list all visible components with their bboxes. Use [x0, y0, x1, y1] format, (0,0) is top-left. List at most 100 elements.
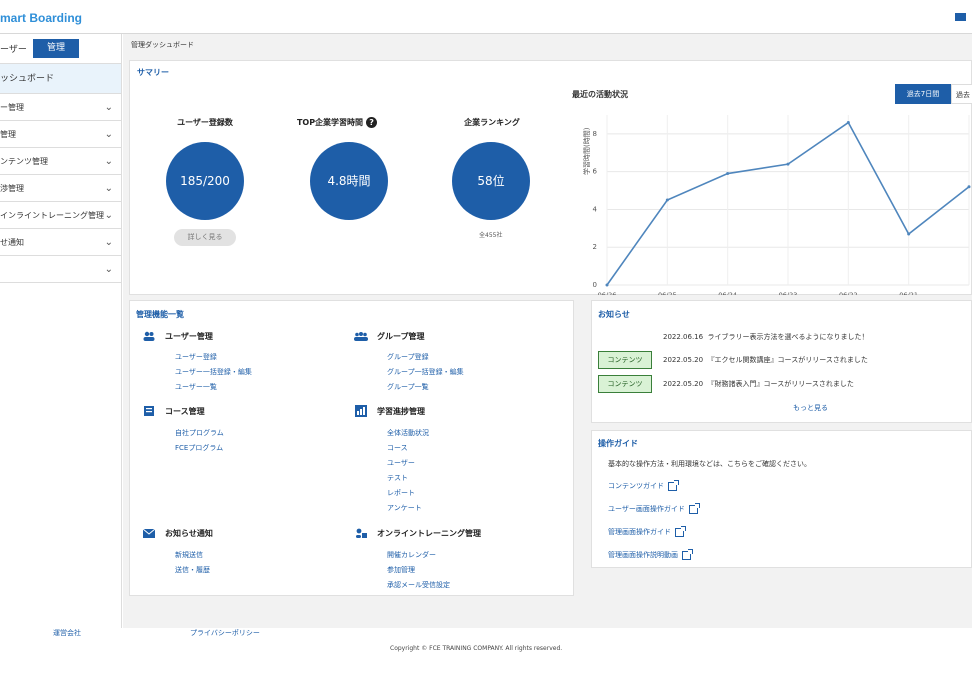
functions-panel: 管理機能一覧 ユーザー管理 ユーザー登録 ユーザー一括登録・編集 ユーザー一覧 …	[129, 300, 574, 596]
news-item[interactable]: 2022.05.20 『エクセル関数講座』コースがリリースされました	[663, 355, 868, 365]
guide-link-text: コンテンツガイド	[608, 482, 664, 490]
user-management-title: ユーザー管理	[165, 331, 213, 341]
chevron-down-icon: ⌄	[104, 183, 113, 194]
book-icon	[142, 404, 156, 418]
news-panel: お知らせ 2022.06.16 ライブラリー表示方法を選べるようになりました！ …	[591, 300, 972, 423]
external-link-icon	[668, 479, 679, 491]
link-approval-mail[interactable]: 承認メール受信設定	[387, 580, 450, 590]
notice-management-header: お知らせ通知	[142, 526, 213, 540]
app-logo[interactable]: mart Boarding	[0, 11, 82, 25]
link-group-bulk[interactable]: グループ一括登録・編集	[387, 367, 464, 377]
link-training-calendar[interactable]: 開催カレンダー	[387, 550, 436, 560]
chart-x-tick-label: 06/25	[658, 291, 677, 295]
sidebar-item-users[interactable]: ー管理 ⌄	[0, 94, 121, 121]
admin-mode-button[interactable]: 管理	[33, 39, 79, 58]
news-date: 2022.06.16	[663, 333, 704, 341]
news-text: 『エクセル関数講座』コースがリリースされました	[707, 356, 868, 364]
sidebar-item-more[interactable]: ⌄	[0, 256, 121, 283]
chevron-down-icon: ⌄	[104, 156, 113, 167]
link-user-register[interactable]: ユーザー登録	[175, 352, 217, 362]
mail-icon[interactable]	[955, 13, 966, 21]
top-bar: mart Boarding	[0, 0, 972, 34]
link-progress-user[interactable]: ユーザー	[387, 458, 415, 468]
registered-users-label: ユーザー登録数	[177, 118, 233, 127]
link-fce-programs[interactable]: FCEプログラム	[175, 443, 223, 453]
chart-y-tick-label: 6	[593, 168, 598, 176]
main-content: 管理ダッシュボード サマリー ユーザー登録数 185/200 詳しく見る TOP…	[123, 34, 972, 628]
sidebar-item-label: ー管理	[0, 103, 24, 112]
sidebar-item-training[interactable]: インライントレーニング管理 ⌄	[0, 202, 121, 229]
course-management-title: コース管理	[165, 406, 205, 416]
chart-x-tick-label: 06/22	[839, 291, 858, 295]
chart-x-tick-label: 06/24	[718, 291, 737, 295]
link-progress-survey[interactable]: アンケート	[387, 503, 422, 513]
chevron-down-icon: ⌄	[104, 210, 113, 221]
details-button[interactable]: 詳しく見る	[174, 229, 236, 246]
privacy-policy-link[interactable]: プライバシーポリシー	[190, 628, 260, 638]
sidebar-item-contents[interactable]: ンテンツ管理 ⌄	[0, 148, 121, 175]
user-mode-button[interactable]: ーザー	[0, 42, 27, 55]
content-guide-link[interactable]: コンテンツガイド	[608, 479, 679, 491]
more-news-link[interactable]: もっと見る	[793, 403, 828, 413]
chart-y-tick-label: 0	[593, 281, 597, 289]
content-badge: コンテンツ	[598, 375, 652, 393]
external-link-icon	[688, 502, 700, 514]
registered-users-value: 185/200	[166, 142, 244, 220]
user-guide-link[interactable]: ユーザー画面操作ガイド	[608, 502, 700, 514]
link-new-notice[interactable]: 新規送信	[175, 550, 203, 560]
link-user-list[interactable]: ユーザー一覧	[175, 382, 217, 392]
link-group-list[interactable]: グループ一覧	[387, 382, 429, 392]
link-progress-test[interactable]: テスト	[387, 473, 408, 483]
sidebar-item-label: ッシュボード	[0, 74, 55, 84]
sidebar-item-label: せ通知	[0, 238, 24, 247]
sidebar-item-label: インライントレーニング管理	[0, 211, 104, 220]
admin-guide-link[interactable]: 管理画面操作ガイド	[608, 525, 686, 537]
news-text: 『財務諸表入門』コースがリリースされました	[707, 380, 854, 388]
link-notice-history[interactable]: 送信・履歴	[175, 565, 210, 575]
link-group-register[interactable]: グループ登録	[387, 352, 429, 362]
activity-line-chart: 0 2 4 6 8 06/26 06/25 06/24 06/23 06/22 06/21 学習時間…	[582, 115, 971, 295]
group-management-header: グループ管理	[354, 329, 425, 343]
mode-switch: ーザー 管理	[0, 34, 121, 64]
chevron-down-icon: ⌄	[104, 102, 113, 113]
sidebar-item-dashboard[interactable]: ッシュボード	[0, 64, 121, 94]
guide-panel: 操作ガイド 基本的な操作方法・利用環境などは、こちらをご確認ください。 コンテン…	[591, 430, 972, 568]
news-date: 2022.05.20	[663, 356, 704, 364]
summary-panel: サマリー ユーザー登録数 185/200 詳しく見る TOP企業学習時間? 4.…	[129, 60, 972, 295]
chevron-down-icon: ⌄	[104, 129, 113, 140]
chart-y-tick-label: 8	[593, 130, 597, 138]
guide-title: 操作ガイド	[598, 439, 638, 448]
link-own-programs[interactable]: 自社プログラム	[175, 428, 224, 438]
chevron-down-icon: ⌄	[104, 264, 113, 275]
sidebar-item-notices[interactable]: せ通知 ⌄	[0, 229, 121, 256]
help-icon[interactable]: ?	[366, 117, 378, 128]
news-title: お知らせ	[598, 310, 630, 319]
tab-last-7-days[interactable]: 過去7日間	[895, 84, 951, 104]
news-item[interactable]: 2022.06.16 ライブラリー表示方法を選べるようになりました！	[663, 332, 869, 342]
chart-axis-labels: 0 2 4 6 8 06/26 06/25 06/24 06/23 06/22 06/21	[593, 130, 919, 295]
group-management-title: グループ管理	[377, 331, 425, 341]
mail-icon	[142, 526, 156, 540]
link-user-bulk[interactable]: ユーザー一括登録・編集	[175, 367, 252, 377]
chart-x-tick-label: 06/21	[899, 291, 918, 295]
tab-past-period[interactable]: 過去	[951, 84, 972, 104]
guide-description: 基本的な操作方法・利用環境などは、こちらをご確認ください。	[608, 460, 811, 468]
training-icon	[354, 526, 368, 540]
company-link[interactable]: 運営会社	[53, 628, 81, 638]
link-overall-activity[interactable]: 全体活動状況	[387, 428, 429, 438]
sidebar-item-groups[interactable]: 管理 ⌄	[0, 121, 121, 148]
chart-x-tick-label: 06/23	[779, 291, 798, 295]
progress-icon	[354, 404, 368, 418]
link-progress-report[interactable]: レポート	[387, 488, 415, 498]
study-time-label-text: TOP企業学習時間	[296, 118, 364, 127]
link-participation[interactable]: 参加管理	[387, 565, 415, 575]
link-progress-course[interactable]: コース	[387, 443, 408, 453]
group-icon	[354, 329, 368, 343]
news-item[interactable]: 2022.05.20 『財務諸表入門』コースがリリースされました	[663, 379, 854, 389]
sidebar-item-progress[interactable]: 渉管理 ⌄	[0, 175, 121, 202]
notice-management-title: お知らせ通知	[165, 528, 213, 538]
news-date: 2022.05.20	[663, 380, 704, 388]
admin-video-link[interactable]: 管理画面操作説明動画	[608, 548, 693, 560]
external-link-icon	[682, 548, 693, 560]
functions-title: 管理機能一覧	[136, 310, 184, 319]
